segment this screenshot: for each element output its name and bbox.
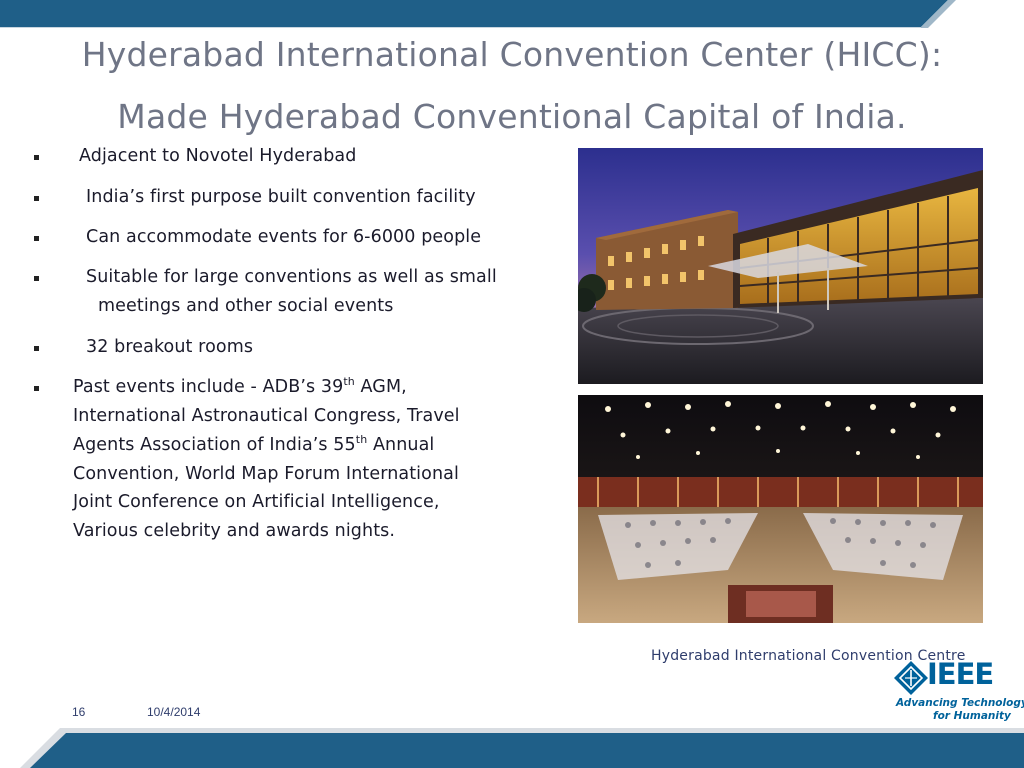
bullet-list: Adjacent to Novotel Hyderabad India’s fi… bbox=[0, 0, 560, 600]
slide-number: 16 bbox=[72, 705, 86, 719]
hicc-hall-photo bbox=[578, 395, 983, 623]
ieee-tagline-1: Advancing Technology bbox=[896, 697, 1024, 709]
past-events-text: AGM, bbox=[354, 377, 407, 397]
bullet-item: Adjacent to Novotel Hyderabad bbox=[79, 146, 357, 166]
past-events-line: Joint Conference on Artificial Intellige… bbox=[73, 492, 440, 512]
bullet-item: Can accommodate events for 6-6000 people bbox=[86, 227, 482, 247]
past-events-line: Agents Association of India’s 55th Annua… bbox=[73, 431, 434, 460]
bullet-item: Past events include - ADB’s 39th AGM, bbox=[73, 373, 407, 402]
past-events-line: International Astronautical Congress, Tr… bbox=[73, 406, 460, 426]
slide-date: 10/4/2014 bbox=[147, 705, 201, 719]
hicc-exterior-photo bbox=[578, 148, 983, 384]
past-events-text: Annual bbox=[367, 435, 435, 455]
past-events-text: Agents Association of India’s 55 bbox=[73, 435, 356, 455]
slide: Hyderabad International Convention Cente… bbox=[0, 0, 1024, 768]
bullet-marker-icon bbox=[34, 155, 39, 160]
bullet-item-continuation: meetings and other social events bbox=[98, 296, 394, 316]
bullet-item: India’s first purpose built convention f… bbox=[86, 187, 476, 207]
past-events-text: Past events include - ADB’s 39 bbox=[73, 377, 344, 397]
bullet-item: Suitable for large conventions as well a… bbox=[86, 267, 497, 287]
bullet-marker-icon bbox=[34, 346, 39, 351]
ordinal-suffix: th bbox=[343, 375, 355, 389]
past-events-line: Convention, World Map Forum Internationa… bbox=[73, 464, 459, 484]
bullet-marker-icon bbox=[34, 196, 39, 201]
ordinal-suffix: th bbox=[355, 433, 368, 447]
bullet-marker-icon bbox=[34, 236, 39, 241]
bullet-marker-icon bbox=[34, 386, 39, 391]
ieee-wordmark: IEEE bbox=[927, 657, 994, 691]
bottom-banner bbox=[0, 728, 1024, 768]
bullet-item: 32 breakout rooms bbox=[86, 337, 254, 357]
past-events-line: Various celebrity and awards nights. bbox=[73, 521, 396, 541]
ieee-logo: IEEE Advancing Technology for Humanity bbox=[893, 657, 1024, 726]
ieee-tagline-2: for Humanity bbox=[933, 710, 1011, 722]
ieee-diamond-icon bbox=[894, 661, 928, 695]
bullet-marker-icon bbox=[34, 276, 39, 281]
